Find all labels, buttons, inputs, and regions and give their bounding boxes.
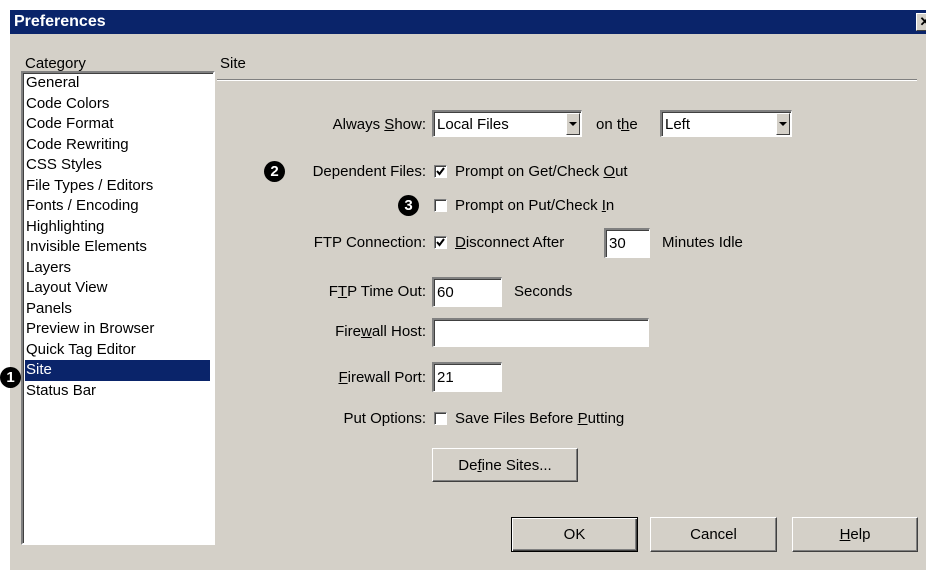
prompt-get-checkout-checkbox[interactable] xyxy=(434,165,447,178)
on-the-label: on the xyxy=(596,116,638,133)
minutes-idle-label: Minutes Idle xyxy=(662,234,743,251)
category-item[interactable]: Status Bar xyxy=(25,381,210,402)
cancel-button[interactable]: Cancel xyxy=(650,517,777,552)
firewall-port-label: Firewall Port: xyxy=(338,369,426,386)
category-item[interactable]: Code Format xyxy=(25,114,210,135)
minutes-idle-input[interactable]: 30 xyxy=(604,228,650,258)
callout-1-icon: 1 xyxy=(0,367,21,388)
close-button[interactable]: ✕ xyxy=(916,13,926,31)
disconnect-after-checkbox[interactable] xyxy=(434,236,447,249)
always-show-label: Always Show: xyxy=(332,116,426,133)
section-divider xyxy=(217,79,917,81)
checkmark-icon xyxy=(436,167,445,176)
prompt-get-checkout-label: Prompt on Get/Check Out xyxy=(455,163,628,180)
category-item[interactable]: Panels xyxy=(25,299,210,320)
seconds-label: Seconds xyxy=(514,283,573,300)
callout-3-icon: 3 xyxy=(398,195,419,216)
save-before-putting-label: Save Files Before Putting xyxy=(455,410,625,427)
category-heading: Category xyxy=(25,55,86,72)
checkmark-icon xyxy=(436,238,445,247)
dependent-files-label: Dependent Files: xyxy=(312,163,426,180)
put-options-label: Put Options: xyxy=(343,410,426,427)
chevron-down-icon[interactable] xyxy=(566,113,580,135)
category-item[interactable]: Quick Tag Editor xyxy=(25,340,210,361)
side-select[interactable]: Left xyxy=(660,110,792,137)
ok-button[interactable]: OK xyxy=(511,517,638,552)
prompt-put-checkin-checkbox[interactable] xyxy=(434,199,447,212)
category-item[interactable]: Layers xyxy=(25,258,210,279)
firewall-host-label: Firewall Host: xyxy=(335,323,426,340)
category-item[interactable]: Code Colors xyxy=(25,94,210,115)
ftp-connection-label: FTP Connection: xyxy=(313,234,426,251)
category-item[interactable]: Layout View xyxy=(25,278,210,299)
disconnect-after-label: Disconnect After xyxy=(455,234,565,251)
category-item[interactable]: General xyxy=(25,73,210,94)
title-bar: Preferences ✕ xyxy=(10,10,926,34)
category-item[interactable]: CSS Styles xyxy=(25,155,210,176)
chevron-down-icon[interactable] xyxy=(776,113,790,135)
always-show-value: Local Files xyxy=(437,116,509,133)
category-item[interactable]: File Types / Editors xyxy=(25,176,210,197)
side-value: Left xyxy=(665,116,691,133)
category-item[interactable]: Site xyxy=(25,360,210,381)
always-show-select[interactable]: Local Files xyxy=(432,110,582,137)
window-title: Preferences xyxy=(14,13,106,30)
close-icon: ✕ xyxy=(919,14,926,29)
category-item[interactable]: Preview in Browser xyxy=(25,319,210,340)
category-item[interactable]: Invisible Elements xyxy=(25,237,210,258)
category-list[interactable]: General Code Colors Code Format Code Rewrit… xyxy=(21,71,215,545)
help-button[interactable]: Help xyxy=(792,517,918,552)
ftp-timeout-label: FTP Time Out: xyxy=(328,283,426,300)
callout-2-icon: 2 xyxy=(264,161,285,182)
save-before-putting-checkbox[interactable] xyxy=(434,412,447,425)
define-sites-button[interactable]: Define Sites... xyxy=(432,448,578,482)
category-item[interactable]: Code Rewriting xyxy=(25,135,210,156)
category-item[interactable]: Fonts / Encoding xyxy=(25,196,210,217)
category-item[interactable]: Highlighting xyxy=(25,217,210,238)
ftp-timeout-input[interactable]: 60 xyxy=(432,277,502,307)
firewall-host-input[interactable] xyxy=(432,318,649,347)
prompt-put-checkin-label: Prompt on Put/Check In xyxy=(455,197,615,214)
site-section-heading: Site xyxy=(220,55,246,72)
firewall-port-input[interactable]: 21 xyxy=(432,362,502,392)
